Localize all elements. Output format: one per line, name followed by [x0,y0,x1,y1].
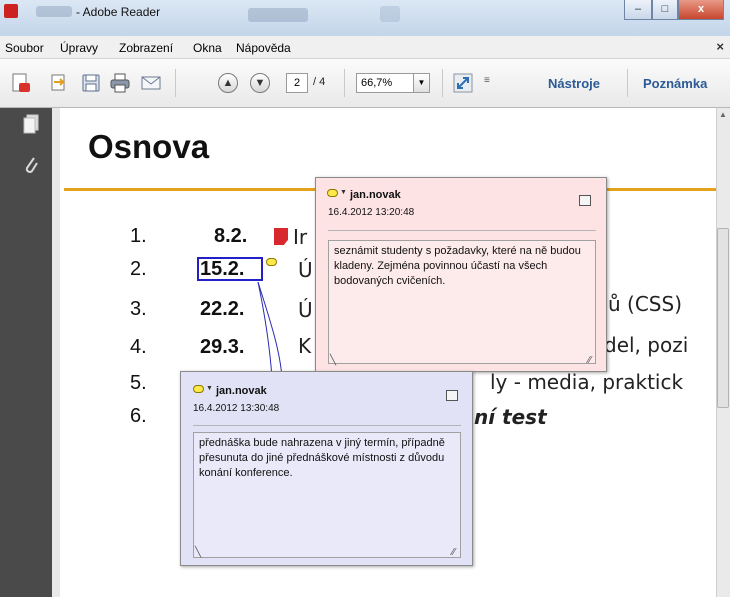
attachments-icon[interactable] [22,154,40,180]
list-text-tail: ly - media, praktick [490,370,684,394]
email-icon[interactable] [140,72,162,94]
close-button[interactable]: x [678,0,724,20]
comment-date: 16.4.2012 13:20:48 [328,207,415,218]
scroll-up-icon[interactable]: ▲ [719,110,727,119]
list-number: 4. [130,336,147,358]
toolbar-separator [344,69,345,97]
resize-grip-icon[interactable]: ╲ [195,547,201,558]
list-date: 29.3. [200,336,245,358]
toolbar-separator [175,69,176,97]
options-dropdown-icon[interactable]: ▼ [206,385,213,392]
toolbar-overflow-icon[interactable]: ≡ [484,75,490,86]
minimize-note-icon[interactable] [579,195,591,206]
list-text: Ú [298,258,313,282]
fullscreen-icon[interactable] [452,72,474,94]
scrollbar-thumb[interactable] [717,228,729,408]
note-divider [328,230,596,231]
close-document-icon[interactable]: × [716,39,724,54]
minimize-note-icon[interactable] [446,390,458,401]
comment-date: 16.4.2012 13:30:48 [193,403,280,414]
comment-pane-button[interactable]: Poznámka [643,76,707,91]
list-number: 2. [130,258,147,280]
zoom-level-input[interactable]: 66,7% [356,73,414,93]
comment-bubble-icon [327,189,338,197]
comment-author: jan.novak [350,189,401,201]
list-date: 8.2. [214,225,248,247]
comment-text[interactable]: přednáška bude nahrazena v jiný termín, … [193,432,461,558]
annotation-highlight-box[interactable] [197,257,263,281]
comment-bubble-icon[interactable] [266,258,277,266]
print-icon[interactable] [109,72,131,94]
blurred-taskbar-area [248,8,308,22]
minimize-button[interactable]: – [624,0,652,20]
note-divider [193,425,461,426]
maximize-button[interactable]: □ [652,0,678,20]
blurred-taskbar-area [380,6,400,22]
note-annotation-icon[interactable] [274,228,288,245]
window-title: - Adobe Reader [76,5,161,19]
resize-grip-icon[interactable]: ╲ [330,355,336,366]
zoom-dropdown-icon[interactable]: ▼ [414,73,430,93]
page-total-label: / 4 [313,76,326,88]
list-text-tail: del, pozi [604,333,689,357]
toolbar-separator [442,69,443,97]
resize-grip-icon[interactable]: ⁄⁄ [452,547,455,558]
list-text: Ir [293,225,308,249]
menu-zobrazeni[interactable]: Zobrazení [119,41,173,55]
adobe-reader-icon [4,4,18,18]
comment-text[interactable]: seznámit studenty s požadavky, které na … [328,240,596,364]
next-page-button[interactable]: ▼ [250,73,270,93]
list-text-tail: ů (CSS) [608,292,682,316]
create-pdf-icon[interactable] [10,72,32,94]
save-icon[interactable] [80,72,102,94]
list-number: 3. [130,298,147,320]
export-icon[interactable] [48,72,70,94]
menu-upravy[interactable]: Úpravy [60,41,98,55]
tools-pane-button[interactable]: Nástroje [548,76,600,91]
list-number: 6. [130,405,147,427]
list-number: 5. [130,372,147,394]
options-dropdown-icon[interactable]: ▼ [340,189,347,196]
comment-author: jan.novak [216,385,267,397]
menu-okna[interactable]: Okna [193,41,222,55]
toolbar-separator [627,69,628,97]
menu-bar [0,36,730,59]
blurred-filename [36,6,72,17]
annotation-connector [257,281,283,379]
comment-bubble-icon [193,385,204,393]
list-text-tail: ní test [474,405,547,429]
page-number-input[interactable]: 2 [286,73,308,93]
list-number: 1. [130,225,147,247]
navigation-pane [0,108,52,597]
page-thumbnails-icon[interactable] [22,114,40,136]
list-date: 22.2. [200,298,245,320]
previous-page-button[interactable]: ▲ [218,73,238,93]
menu-soubor[interactable]: Soubor [5,41,44,55]
resize-grip-icon[interactable]: ⁄⁄ [588,355,591,366]
menu-napoveda[interactable]: Nápověda [236,41,291,55]
slide-title: Osnova [88,128,210,165]
